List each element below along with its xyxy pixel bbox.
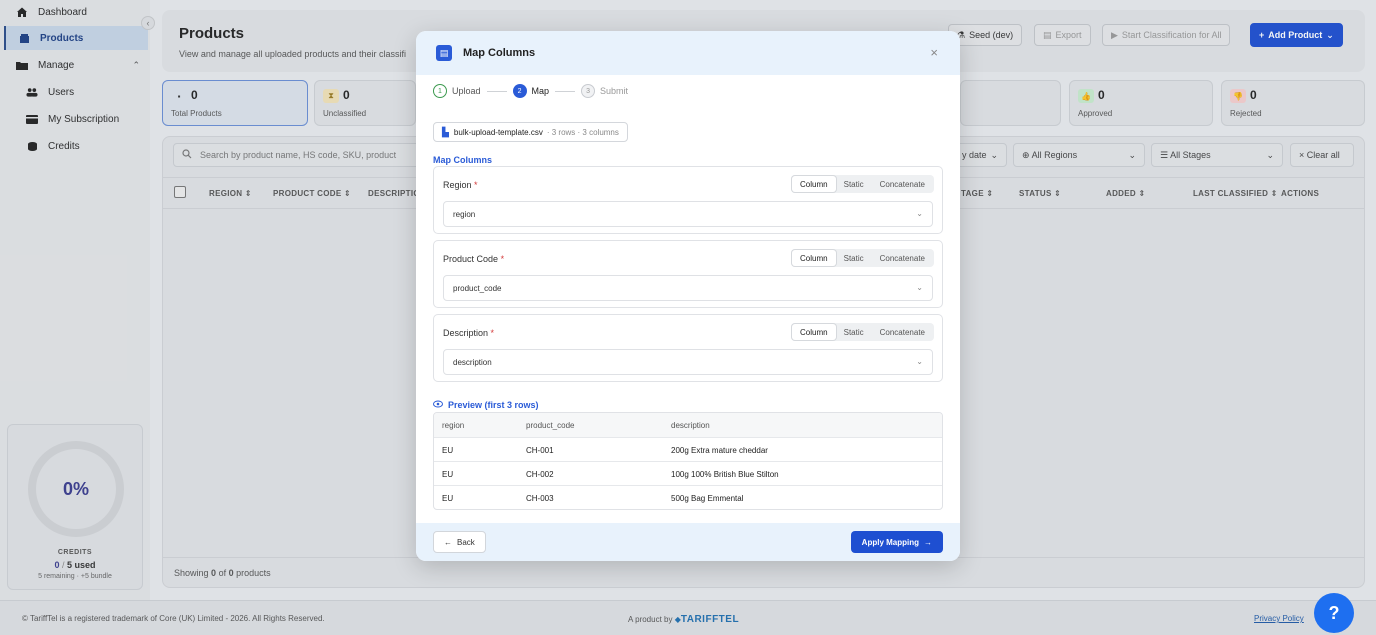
- eye-icon: [433, 400, 443, 410]
- question-icon: ?: [1328, 602, 1340, 623]
- preview-heading: Preview (first 3 rows): [433, 400, 539, 410]
- preview-cell: EU: [442, 470, 454, 479]
- mode-concatenate[interactable]: Concatenate: [872, 324, 933, 340]
- preview-cell: CH-002: [526, 470, 554, 479]
- back-button-label: Back: [457, 537, 475, 547]
- file-meta: · 3 rows · 3 columns: [546, 127, 619, 137]
- table-row: EU CH-003 500g Bag Emmental: [434, 485, 942, 509]
- stepper: 1 Upload 2 Map 3 Submit: [433, 83, 628, 99]
- apply-mapping-button[interactable]: Apply Mapping →: [850, 531, 943, 553]
- mapping-label: Product Code *: [443, 254, 504, 264]
- mode-toggle: Column Static Concatenate: [791, 175, 934, 193]
- select-value: product_code: [453, 283, 502, 293]
- file-csv-icon: ▙: [442, 126, 449, 137]
- region-column-select[interactable]: region ⌄: [443, 201, 933, 227]
- chevron-down-icon: ⌄: [916, 283, 923, 292]
- preview-header-cell: description: [671, 421, 710, 430]
- preview-header-cell: region: [442, 421, 465, 430]
- chevron-down-icon: ⌄: [916, 209, 923, 218]
- mapping-region: Region * Column Static Concatenate regio…: [433, 166, 943, 234]
- table-row: EU CH-002 100g 100% British Blue Stilton: [434, 461, 942, 485]
- select-value: description: [453, 357, 492, 367]
- step-connector: [555, 90, 576, 92]
- select-value: region: [453, 209, 476, 219]
- step-connector: [486, 90, 507, 92]
- back-button[interactable]: ← Back: [433, 531, 486, 553]
- help-button[interactable]: ?: [1314, 593, 1354, 633]
- mode-static[interactable]: Static: [836, 250, 872, 266]
- product-code-column-select[interactable]: product_code ⌄: [443, 275, 933, 301]
- step-map-label: Map: [531, 86, 550, 96]
- chevron-down-icon: ⌄: [916, 357, 923, 366]
- mapping-label: Region *: [443, 180, 478, 190]
- step-upload-dot: 1: [433, 84, 447, 98]
- preview-cell: CH-001: [526, 446, 554, 455]
- mapping-label-text: Region: [443, 180, 472, 190]
- mapping-label-text: Description: [443, 328, 489, 338]
- map-columns-heading: Map Columns: [433, 155, 493, 165]
- mode-concatenate[interactable]: Concatenate: [872, 250, 933, 266]
- preview-cell: 500g Bag Emmental: [671, 494, 744, 503]
- required-marker: *: [500, 254, 505, 264]
- step-map-dot: 2: [512, 84, 527, 98]
- file-chip: ▙ bulk-upload-template.csv · 3 rows · 3 …: [433, 122, 628, 142]
- preview-header-row: region product_code description: [434, 413, 942, 437]
- required-marker: *: [474, 180, 478, 190]
- modal-header: ▤ Map Columns ×: [416, 31, 960, 75]
- mode-toggle: Column Static Concatenate: [791, 323, 934, 341]
- map-columns-modal: ▤ Map Columns × 1 Upload 2 Map 3 Submit …: [416, 31, 960, 561]
- mapping-description: Description * Column Static Concatenate …: [433, 314, 943, 382]
- mode-static[interactable]: Static: [836, 324, 872, 340]
- arrow-left-icon: ←: [444, 537, 452, 547]
- close-icon[interactable]: ×: [930, 45, 938, 60]
- mode-column[interactable]: Column: [792, 176, 836, 192]
- mode-column[interactable]: Column: [792, 250, 836, 266]
- table-row: EU CH-001 200g Extra mature cheddar: [434, 437, 942, 461]
- document-icon: ▤: [436, 45, 452, 61]
- mode-static[interactable]: Static: [836, 176, 872, 192]
- preview-title-text: Preview (first 3 rows): [448, 400, 539, 410]
- mapping-product-code: Product Code * Column Static Concatenate…: [433, 240, 943, 308]
- step-submit-dot: 3: [581, 84, 596, 98]
- mode-toggle: Column Static Concatenate: [791, 249, 934, 267]
- step-upload-label: Upload: [452, 86, 481, 96]
- apply-mapping-label: Apply Mapping: [861, 537, 919, 547]
- modal-footer: ← Back Apply Mapping →: [416, 523, 960, 561]
- mapping-label-text: Product Code: [443, 254, 499, 264]
- step-submit-label: Submit: [600, 86, 629, 96]
- mapping-label: Description *: [443, 328, 494, 338]
- required-marker: *: [490, 328, 495, 338]
- preview-cell: 100g 100% British Blue Stilton: [671, 470, 779, 479]
- preview-cell: 200g Extra mature cheddar: [671, 446, 768, 455]
- preview-cell: CH-003: [526, 494, 554, 503]
- preview-header-cell: product_code: [526, 421, 575, 430]
- arrow-right-icon: →: [924, 537, 932, 547]
- mode-concatenate[interactable]: Concatenate: [872, 176, 933, 192]
- mode-column[interactable]: Column: [792, 324, 836, 340]
- modal-title: Map Columns: [463, 47, 536, 59]
- preview-cell: EU: [442, 494, 454, 503]
- preview-table: region product_code description EU CH-00…: [433, 412, 943, 510]
- file-name: bulk-upload-template.csv: [453, 127, 543, 137]
- description-column-select[interactable]: description ⌄: [443, 349, 933, 375]
- preview-cell: EU: [442, 446, 454, 455]
